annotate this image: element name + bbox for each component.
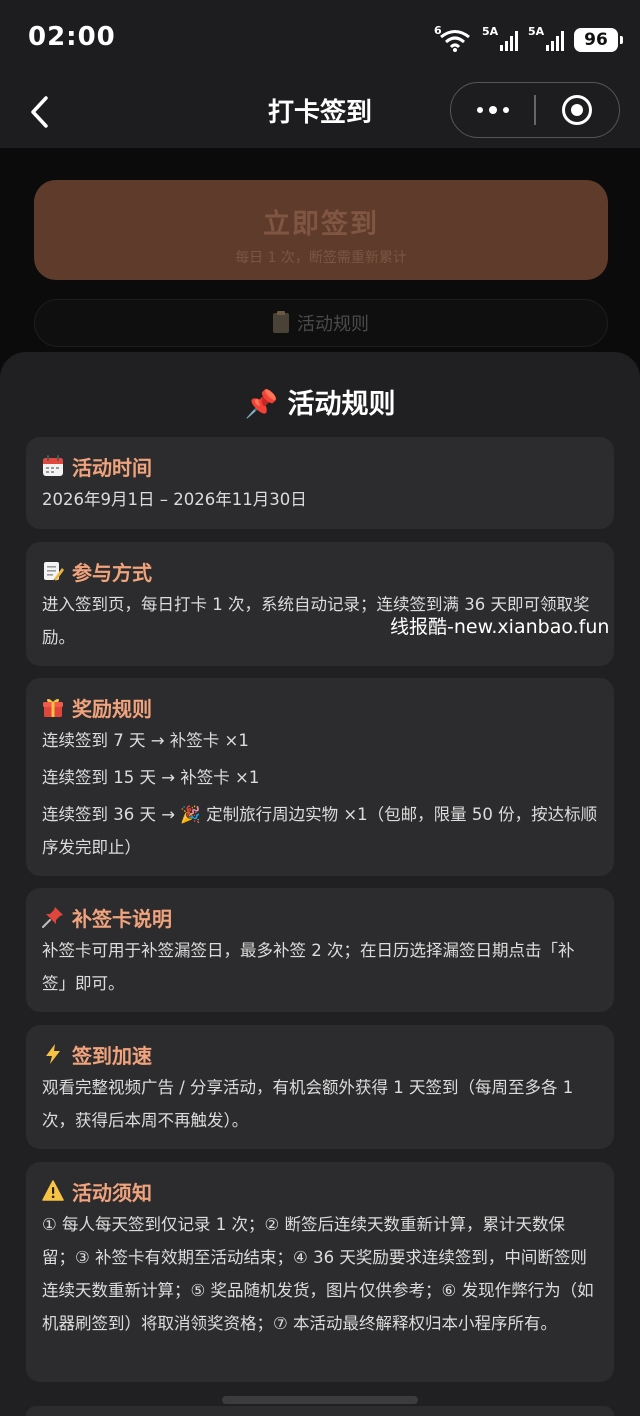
rule-card-boost: 签到加速 观看完整视频广告 / 分享活动，有机会额外获得 1 天签到（每周至多各… bbox=[26, 1025, 614, 1149]
card-body: 观看完整视频广告 / 分享活动，有机会额外获得 1 天签到（每周至多各 1 次，… bbox=[42, 1071, 598, 1137]
warning-icon bbox=[42, 1180, 64, 1201]
status-icons: 6 5A 5A 96 bbox=[434, 24, 623, 54]
card-title: 补签卡说明 bbox=[72, 906, 172, 931]
close-miniprogram-button[interactable] bbox=[536, 83, 619, 137]
card-body: ① 每人每天签到仅记录 1 次；② 断签后连续天数重新计算，累计天数保留；③ 补… bbox=[42, 1208, 598, 1340]
rule-card-makeup: 补签卡说明 补签卡可用于补签漏签日，最多补签 2 次；在日历选择漏签日期点击「补… bbox=[26, 888, 614, 1012]
status-bar: 02:00 6 5A 5A 96 bbox=[0, 0, 640, 78]
card-header: 参与方式 bbox=[42, 558, 598, 585]
home-indicator[interactable] bbox=[222, 1396, 418, 1404]
checkin-button-hint: 每日 1 次，断签需重新累计 bbox=[235, 250, 407, 266]
rule-card-notice: 活动须知 ① 每人每天签到仅记录 1 次；② 断签后连续天数重新计算，累计天数保… bbox=[26, 1162, 614, 1382]
lightning-icon bbox=[46, 1044, 60, 1064]
calendar-icon bbox=[43, 455, 63, 476]
signal-icon-sim1: 5A bbox=[482, 25, 518, 51]
checkin-button[interactable]: 立即签到 每日 1 次，断签需重新累计 bbox=[34, 180, 608, 280]
rule-card-time: 活动时间 2026年9月1日 – 2026年11月30日 bbox=[26, 437, 614, 529]
rules-button[interactable]: 活动规则 bbox=[34, 299, 608, 347]
card-header: 签到加速 bbox=[42, 1041, 598, 1068]
memo-icon bbox=[44, 562, 64, 582]
card-line: 补签卡可用于补签漏签日，最多补签 2 次；在日历选择漏签日期点击「补签」即可。 bbox=[42, 941, 575, 993]
wifi-label: 6 bbox=[434, 24, 442, 37]
card-line: ① 每人每天签到仅记录 1 次；② 断签后连续天数重新计算，累计天数保留；③ 补… bbox=[42, 1215, 594, 1333]
card-header: 活动时间 bbox=[42, 453, 598, 480]
miniprogram-capsule bbox=[450, 82, 620, 138]
card-title: 活动时间 bbox=[72, 455, 152, 480]
card-title: 奖励规则 bbox=[72, 696, 152, 721]
clipboard-icon bbox=[273, 311, 289, 333]
gift-icon bbox=[43, 698, 63, 717]
sheet-title: 📌 活动规则 bbox=[244, 389, 396, 420]
nav-bar: 打卡签到 bbox=[0, 78, 640, 148]
more-button[interactable] bbox=[451, 83, 534, 137]
card-title: 签到加速 bbox=[72, 1043, 152, 1068]
card-header: 补签卡说明 bbox=[42, 904, 598, 931]
status-time: 02:00 bbox=[28, 22, 116, 52]
rule-card-participation: 参与方式 进入签到页，每日打卡 1 次，系统自动记录；连续签到满 36 天即可领… bbox=[26, 542, 614, 666]
wifi-icon: 6 bbox=[434, 24, 472, 52]
next-card-edge bbox=[26, 1406, 614, 1416]
battery-icon: 96 bbox=[574, 28, 623, 52]
more-dots-icon bbox=[476, 106, 509, 114]
card-body: 补签卡可用于补签漏签日，最多补签 2 次；在日历选择漏签日期点击「补签」即可。 bbox=[42, 934, 598, 1000]
sim1-label: 5A bbox=[482, 25, 499, 38]
card-line: 观看完整视频广告 / 分享活动，有机会额外获得 1 天签到（每周至多各 1 次，… bbox=[42, 1078, 574, 1130]
card-header: 活动须知 bbox=[42, 1178, 598, 1205]
card-title: 活动须知 bbox=[72, 1180, 152, 1205]
signal-icon-sim2: 5A bbox=[528, 25, 564, 51]
rule-card-rewards: 奖励规则 连续签到 7 天 → 补签卡 ×1 连续签到 15 天 → 补签卡 ×… bbox=[26, 678, 614, 876]
card-line: 2026年9月1日 – 2026年11月30日 bbox=[42, 490, 307, 509]
watermark: 线报酷-new.xianbao.fun bbox=[390, 616, 610, 638]
checkin-button-label: 立即签到 bbox=[263, 209, 379, 240]
pushpin-icon bbox=[42, 907, 63, 928]
rules-sheet[interactable]: 📌 活动规则 活动时间 2026年9月1日 – 2026年11月30日 参与方式… bbox=[0, 352, 640, 1416]
target-icon bbox=[562, 95, 593, 125]
card-title: 参与方式 bbox=[72, 560, 152, 585]
card-body: 连续签到 7 天 → 补签卡 ×1 连续签到 15 天 → 补签卡 ×1 连续签… bbox=[42, 724, 598, 864]
rules-button-label: 活动规则 bbox=[297, 314, 369, 335]
card-body: 2026年9月1日 – 2026年11月30日 bbox=[42, 483, 598, 516]
card-line: 连续签到 36 天 → 🎉 定制旅行周边实物 ×1（包邮，限量 50 份，按达标… bbox=[42, 805, 598, 857]
card-line: 连续签到 15 天 → 补签卡 ×1 bbox=[42, 768, 260, 787]
card-line: 连续签到 7 天 → 补签卡 ×1 bbox=[42, 731, 249, 750]
sim2-label: 5A bbox=[528, 25, 545, 38]
card-header: 奖励规则 bbox=[42, 694, 598, 721]
